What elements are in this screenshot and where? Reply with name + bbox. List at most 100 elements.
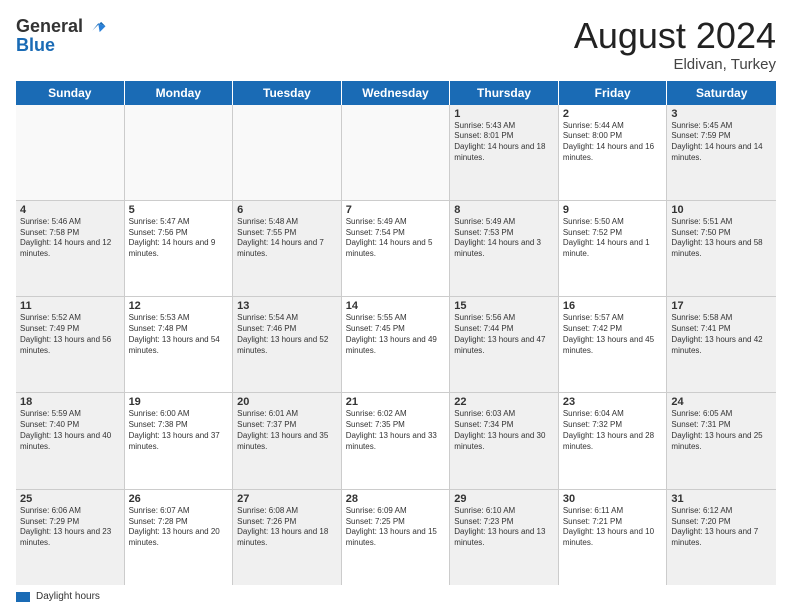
day-number: 23 bbox=[563, 396, 663, 408]
cell-info: Sunrise: 5:43 AMSunset: 8:01 PMDaylight:… bbox=[454, 121, 554, 164]
cal-header-friday: Friday bbox=[559, 81, 668, 105]
cell-info: Sunrise: 6:11 AMSunset: 7:21 PMDaylight:… bbox=[563, 506, 663, 549]
cell-info: Sunrise: 6:10 AMSunset: 7:23 PMDaylight:… bbox=[454, 506, 554, 549]
cell-info: Sunrise: 5:47 AMSunset: 7:56 PMDaylight:… bbox=[129, 217, 229, 260]
cal-cell-16: 16Sunrise: 5:57 AMSunset: 7:42 PMDayligh… bbox=[559, 297, 668, 392]
cal-cell-24: 24Sunrise: 6:05 AMSunset: 7:31 PMDayligh… bbox=[667, 393, 776, 488]
logo-bird-icon bbox=[85, 16, 107, 38]
cal-cell-12: 12Sunrise: 5:53 AMSunset: 7:48 PMDayligh… bbox=[125, 297, 234, 392]
cal-week-2: 4Sunrise: 5:46 AMSunset: 7:58 PMDaylight… bbox=[16, 201, 776, 297]
cal-header-tuesday: Tuesday bbox=[233, 81, 342, 105]
cal-cell-7: 7Sunrise: 5:49 AMSunset: 7:54 PMDaylight… bbox=[342, 201, 451, 296]
day-number: 12 bbox=[129, 300, 229, 312]
cell-info: Sunrise: 5:54 AMSunset: 7:46 PMDaylight:… bbox=[237, 313, 337, 356]
cell-info: Sunrise: 5:44 AMSunset: 8:00 PMDaylight:… bbox=[563, 121, 663, 164]
day-number: 26 bbox=[129, 493, 229, 505]
day-number: 20 bbox=[237, 396, 337, 408]
cal-cell-17: 17Sunrise: 5:58 AMSunset: 7:41 PMDayligh… bbox=[667, 297, 776, 392]
cell-info: Sunrise: 6:12 AMSunset: 7:20 PMDaylight:… bbox=[671, 506, 772, 549]
cell-info: Sunrise: 5:59 AMSunset: 7:40 PMDaylight:… bbox=[20, 409, 120, 452]
day-number: 7 bbox=[346, 204, 446, 216]
cal-cell-20: 20Sunrise: 6:01 AMSunset: 7:37 PMDayligh… bbox=[233, 393, 342, 488]
location: Eldivan, Turkey bbox=[574, 56, 776, 73]
day-number: 16 bbox=[563, 300, 663, 312]
day-number: 15 bbox=[454, 300, 554, 312]
day-number: 21 bbox=[346, 396, 446, 408]
title-block: August 2024 Eldivan, Turkey bbox=[574, 16, 776, 73]
cal-cell-2: 2Sunrise: 5:44 AMSunset: 8:00 PMDaylight… bbox=[559, 105, 668, 200]
cal-cell-28: 28Sunrise: 6:09 AMSunset: 7:25 PMDayligh… bbox=[342, 490, 451, 585]
logo: General Blue bbox=[16, 16, 107, 56]
cal-cell-14: 14Sunrise: 5:55 AMSunset: 7:45 PMDayligh… bbox=[342, 297, 451, 392]
cell-info: Sunrise: 5:49 AMSunset: 7:54 PMDaylight:… bbox=[346, 217, 446, 260]
cell-info: Sunrise: 6:02 AMSunset: 7:35 PMDaylight:… bbox=[346, 409, 446, 452]
footer: Daylight hours bbox=[16, 591, 776, 602]
day-number: 4 bbox=[20, 204, 120, 216]
cal-cell-1: 1Sunrise: 5:43 AMSunset: 8:01 PMDaylight… bbox=[450, 105, 559, 200]
cal-cell-empty bbox=[233, 105, 342, 200]
calendar-header: SundayMondayTuesdayWednesdayThursdayFrid… bbox=[16, 81, 776, 105]
cal-cell-19: 19Sunrise: 6:00 AMSunset: 7:38 PMDayligh… bbox=[125, 393, 234, 488]
cal-cell-22: 22Sunrise: 6:03 AMSunset: 7:34 PMDayligh… bbox=[450, 393, 559, 488]
cal-cell-25: 25Sunrise: 6:06 AMSunset: 7:29 PMDayligh… bbox=[16, 490, 125, 585]
cal-cell-31: 31Sunrise: 6:12 AMSunset: 7:20 PMDayligh… bbox=[667, 490, 776, 585]
day-number: 30 bbox=[563, 493, 663, 505]
cell-info: Sunrise: 5:49 AMSunset: 7:53 PMDaylight:… bbox=[454, 217, 554, 260]
day-number: 31 bbox=[671, 493, 772, 505]
cell-info: Sunrise: 5:51 AMSunset: 7:50 PMDaylight:… bbox=[671, 217, 772, 260]
cal-cell-27: 27Sunrise: 6:08 AMSunset: 7:26 PMDayligh… bbox=[233, 490, 342, 585]
day-number: 3 bbox=[671, 108, 772, 120]
cell-info: Sunrise: 5:45 AMSunset: 7:59 PMDaylight:… bbox=[671, 121, 772, 164]
cell-info: Sunrise: 6:00 AMSunset: 7:38 PMDaylight:… bbox=[129, 409, 229, 452]
cell-info: Sunrise: 6:04 AMSunset: 7:32 PMDaylight:… bbox=[563, 409, 663, 452]
cell-info: Sunrise: 5:55 AMSunset: 7:45 PMDaylight:… bbox=[346, 313, 446, 356]
month-title: August 2024 bbox=[574, 16, 776, 56]
calendar-body: 1Sunrise: 5:43 AMSunset: 8:01 PMDaylight… bbox=[16, 105, 776, 585]
cal-cell-11: 11Sunrise: 5:52 AMSunset: 7:49 PMDayligh… bbox=[16, 297, 125, 392]
day-number: 2 bbox=[563, 108, 663, 120]
day-number: 27 bbox=[237, 493, 337, 505]
cell-info: Sunrise: 6:09 AMSunset: 7:25 PMDaylight:… bbox=[346, 506, 446, 549]
logo-blue: Blue bbox=[16, 36, 107, 56]
cell-info: Sunrise: 5:53 AMSunset: 7:48 PMDaylight:… bbox=[129, 313, 229, 356]
day-number: 14 bbox=[346, 300, 446, 312]
cell-info: Sunrise: 5:46 AMSunset: 7:58 PMDaylight:… bbox=[20, 217, 120, 260]
cal-header-thursday: Thursday bbox=[450, 81, 559, 105]
cal-cell-empty bbox=[16, 105, 125, 200]
cal-header-monday: Monday bbox=[125, 81, 234, 105]
cal-cell-8: 8Sunrise: 5:49 AMSunset: 7:53 PMDaylight… bbox=[450, 201, 559, 296]
day-number: 6 bbox=[237, 204, 337, 216]
cal-week-1: 1Sunrise: 5:43 AMSunset: 8:01 PMDaylight… bbox=[16, 105, 776, 201]
cell-info: Sunrise: 5:50 AMSunset: 7:52 PMDaylight:… bbox=[563, 217, 663, 260]
day-number: 29 bbox=[454, 493, 554, 505]
cal-week-5: 25Sunrise: 6:06 AMSunset: 7:29 PMDayligh… bbox=[16, 490, 776, 585]
cal-header-wednesday: Wednesday bbox=[342, 81, 451, 105]
cal-cell-empty bbox=[125, 105, 234, 200]
day-number: 17 bbox=[671, 300, 772, 312]
cell-info: Sunrise: 6:07 AMSunset: 7:28 PMDaylight:… bbox=[129, 506, 229, 549]
cell-info: Sunrise: 5:48 AMSunset: 7:55 PMDaylight:… bbox=[237, 217, 337, 260]
cal-cell-5: 5Sunrise: 5:47 AMSunset: 7:56 PMDaylight… bbox=[125, 201, 234, 296]
cal-cell-empty bbox=[342, 105, 451, 200]
day-number: 19 bbox=[129, 396, 229, 408]
cal-week-4: 18Sunrise: 5:59 AMSunset: 7:40 PMDayligh… bbox=[16, 393, 776, 489]
cal-cell-21: 21Sunrise: 6:02 AMSunset: 7:35 PMDayligh… bbox=[342, 393, 451, 488]
cal-cell-13: 13Sunrise: 5:54 AMSunset: 7:46 PMDayligh… bbox=[233, 297, 342, 392]
cell-info: Sunrise: 6:06 AMSunset: 7:29 PMDaylight:… bbox=[20, 506, 120, 549]
day-number: 22 bbox=[454, 396, 554, 408]
cal-header-saturday: Saturday bbox=[667, 81, 776, 105]
day-number: 24 bbox=[671, 396, 772, 408]
cal-week-3: 11Sunrise: 5:52 AMSunset: 7:49 PMDayligh… bbox=[16, 297, 776, 393]
day-number: 8 bbox=[454, 204, 554, 216]
cal-cell-9: 9Sunrise: 5:50 AMSunset: 7:52 PMDaylight… bbox=[559, 201, 668, 296]
logo-general: General bbox=[16, 17, 83, 37]
cal-cell-29: 29Sunrise: 6:10 AMSunset: 7:23 PMDayligh… bbox=[450, 490, 559, 585]
cell-info: Sunrise: 6:05 AMSunset: 7:31 PMDaylight:… bbox=[671, 409, 772, 452]
cal-cell-3: 3Sunrise: 5:45 AMSunset: 7:59 PMDaylight… bbox=[667, 105, 776, 200]
calendar: SundayMondayTuesdayWednesdayThursdayFrid… bbox=[16, 81, 776, 585]
cell-info: Sunrise: 6:01 AMSunset: 7:37 PMDaylight:… bbox=[237, 409, 337, 452]
day-number: 25 bbox=[20, 493, 120, 505]
day-number: 11 bbox=[20, 300, 120, 312]
legend-label: Daylight hours bbox=[36, 591, 100, 602]
day-number: 1 bbox=[454, 108, 554, 120]
